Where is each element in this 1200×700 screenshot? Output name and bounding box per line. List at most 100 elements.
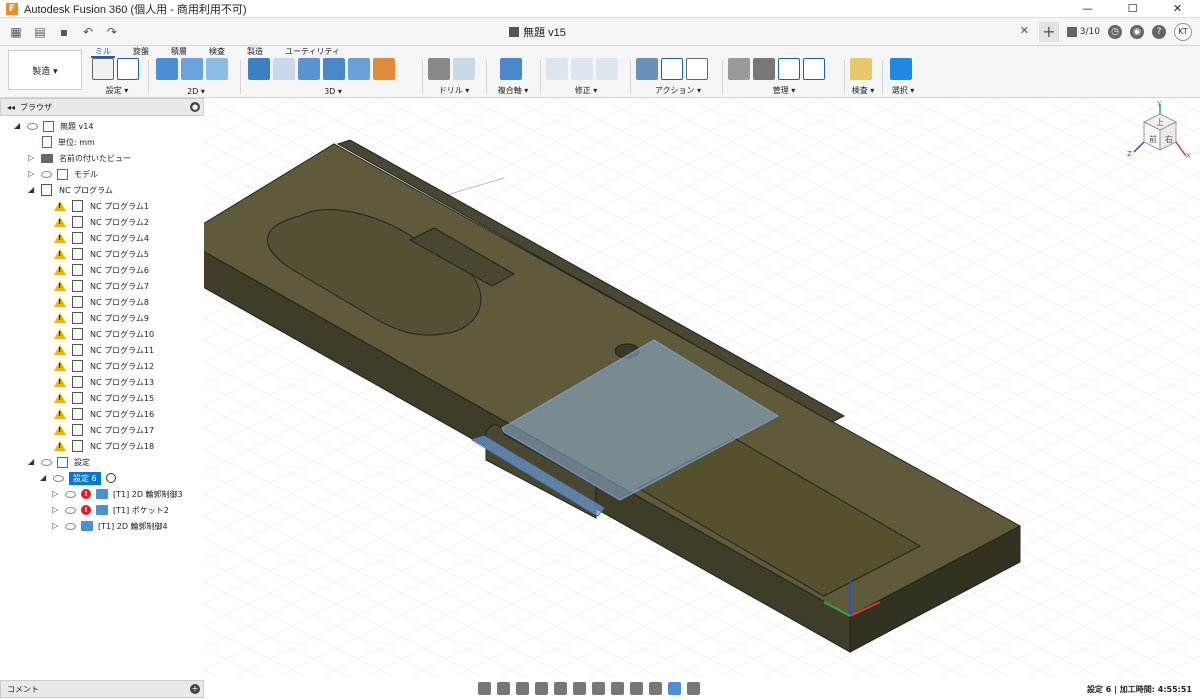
visibility-eye-icon[interactable] (41, 170, 52, 178)
modify-icon-2[interactable] (571, 58, 593, 80)
tree-nc-program-item[interactable]: NC プログラム10 (54, 326, 154, 342)
maximize-button[interactable]: ☐ (1110, 0, 1155, 18)
actions-group[interactable]: アクション ▾ (636, 58, 720, 96)
tree-setup-6[interactable]: ◢ 設定 6 (40, 470, 116, 486)
2d-adaptive-icon[interactable] (156, 58, 178, 80)
rotate-icon[interactable] (649, 681, 662, 695)
minimize-button[interactable]: — (1065, 0, 1110, 18)
template-library-icon[interactable] (803, 58, 825, 80)
folder-icon[interactable] (92, 58, 114, 80)
face-icon[interactable] (206, 58, 228, 80)
tree-nc-program-item[interactable]: NC プログラム8 (54, 294, 149, 310)
tab-fabrication[interactable]: 製造 (247, 46, 263, 56)
camera-icon[interactable] (630, 681, 643, 695)
machine-library-icon[interactable] (753, 58, 775, 80)
tab-utilities[interactable]: ユーティリティ (285, 46, 340, 56)
pocket-clearing-icon[interactable] (273, 58, 295, 80)
tool-library-icon[interactable] (728, 58, 750, 80)
collapse-icon[interactable]: ◂◂ (7, 103, 15, 112)
tree-setups[interactable]: ◢ 設定 (28, 454, 90, 470)
zoom-icon[interactable] (535, 681, 548, 695)
tree-nc-programs[interactable]: ◢ NC プログラム (28, 182, 113, 198)
manage-group[interactable]: 管理 ▾ (728, 58, 840, 96)
expanded-triangle-icon[interactable]: ◢ (28, 186, 36, 194)
expanded-triangle-icon[interactable]: ◢ (40, 474, 48, 482)
tool-display-icon[interactable] (687, 681, 700, 695)
tab-lathe[interactable]: 旋盤 (133, 46, 149, 56)
inspect-group[interactable]: 検査 ▾ (850, 58, 876, 96)
tree-operation[interactable]: ▷ [T1] 2D 輪郭制御4 (52, 518, 168, 534)
generate-icon[interactable] (636, 58, 658, 80)
measure-icon[interactable] (850, 58, 872, 80)
tab-inspection[interactable]: 検査 (209, 46, 225, 56)
orbit-icon[interactable] (478, 681, 491, 695)
pan-icon[interactable] (516, 681, 529, 695)
look-at-icon[interactable] (497, 681, 510, 695)
3d-viewport[interactable] (204, 98, 1200, 676)
multiaxis-icon[interactable] (500, 58, 522, 80)
tree-nc-program-item[interactable]: NC プログラム4 (54, 230, 149, 246)
tree-nc-program-item[interactable]: NC プログラム1 (54, 198, 149, 214)
modify-group[interactable]: 修正 ▾ (546, 58, 626, 96)
visibility-eye-icon[interactable] (65, 522, 76, 530)
visibility-eye-icon[interactable] (27, 122, 38, 130)
multiaxis-group[interactable]: 複合軸 ▾ (492, 58, 534, 96)
tree-nc-program-item[interactable]: NC プログラム9 (54, 310, 149, 326)
post-library-icon[interactable] (778, 58, 800, 80)
setup-group[interactable]: 設定 ▾ (92, 58, 142, 96)
modify-icon-1[interactable] (546, 58, 568, 80)
tab-additive[interactable]: 積層 (171, 46, 187, 56)
tree-root[interactable]: ◢ 無題 v14 (14, 118, 93, 134)
view-cube[interactable]: 上 前 右 Y X Z (1122, 100, 1192, 170)
tree-model[interactable]: ▷ モデル (28, 166, 98, 182)
2d-group[interactable]: 2D ▾ (156, 58, 236, 96)
collapsed-triangle-icon[interactable]: ▷ (52, 490, 60, 498)
viewports-icon[interactable] (611, 681, 624, 695)
workspace-switcher[interactable]: 製造 ▾ (8, 50, 82, 90)
grid-settings-icon[interactable] (592, 681, 605, 695)
tree-nc-program-item[interactable]: NC プログラム2 (54, 214, 149, 230)
tree-nc-program-item[interactable]: NC プログラム13 (54, 374, 154, 390)
post-process-icon[interactable] (661, 58, 683, 80)
collapsed-triangle-icon[interactable]: ▷ (52, 522, 60, 530)
parallel-icon[interactable] (323, 58, 345, 80)
tree-nc-program-item[interactable]: NC プログラム5 (54, 246, 149, 262)
tree-operation[interactable]: ▷ ! [T1] 2D 輪郭制御3 (52, 486, 183, 502)
setup-sheet-icon[interactable] (686, 58, 708, 80)
tree-nc-program-item[interactable]: NC プログラム12 (54, 358, 154, 374)
setup-origin-icon[interactable] (105, 473, 116, 483)
fit-icon[interactable] (554, 681, 567, 695)
visibility-eye-icon[interactable] (53, 474, 64, 482)
tree-nc-program-item[interactable]: NC プログラム11 (54, 342, 154, 358)
tree-nc-program-item[interactable]: NC プログラム17 (54, 422, 154, 438)
drill-icon[interactable] (428, 58, 450, 80)
select-icon[interactable] (890, 58, 912, 80)
tree-nc-program-item[interactable]: NC プログラム16 (54, 406, 154, 422)
tree-operation[interactable]: ▷ ! [T1] ポケット2 (52, 502, 169, 518)
close-window-button[interactable]: ✕ (1155, 0, 1200, 18)
tab-mill[interactable]: ミル (91, 46, 115, 58)
visibility-eye-icon[interactable] (65, 490, 76, 498)
display-settings-icon[interactable] (573, 681, 586, 695)
contour-icon[interactable] (373, 58, 395, 80)
avatar[interactable]: KT (1174, 23, 1192, 41)
browser-panel-header[interactable]: ◂◂ ブラウザ ● (0, 98, 204, 116)
select-group[interactable]: 選択 ▾ (888, 58, 918, 96)
tree-nc-program-item[interactable]: NC プログラム6 (54, 262, 149, 278)
job-status[interactable]: 3/10 (1066, 27, 1100, 37)
expanded-triangle-icon[interactable]: ◢ (28, 458, 36, 466)
viewport-canvas[interactable] (204, 98, 1200, 676)
scallop-icon[interactable] (348, 58, 370, 80)
3d-group[interactable]: 3D ▾ (248, 58, 418, 96)
drill-group[interactable]: ドリル ▾ (428, 58, 480, 96)
adaptive-clearing-icon[interactable] (248, 58, 270, 80)
g-doc-icon[interactable] (117, 58, 139, 80)
grid-menu-icon[interactable]: ▦ (8, 24, 24, 40)
tree-nc-program-item[interactable]: NC プログラム18 (54, 438, 154, 454)
help-icon[interactable]: ? (1152, 25, 1166, 39)
hole-recognition-icon[interactable] (453, 58, 475, 80)
collapsed-triangle-icon[interactable]: ▷ (28, 170, 36, 178)
stock-display-icon[interactable] (668, 681, 681, 695)
clock-icon[interactable]: ◷ (1108, 25, 1122, 39)
new-tab-button[interactable]: + (1038, 22, 1059, 42)
